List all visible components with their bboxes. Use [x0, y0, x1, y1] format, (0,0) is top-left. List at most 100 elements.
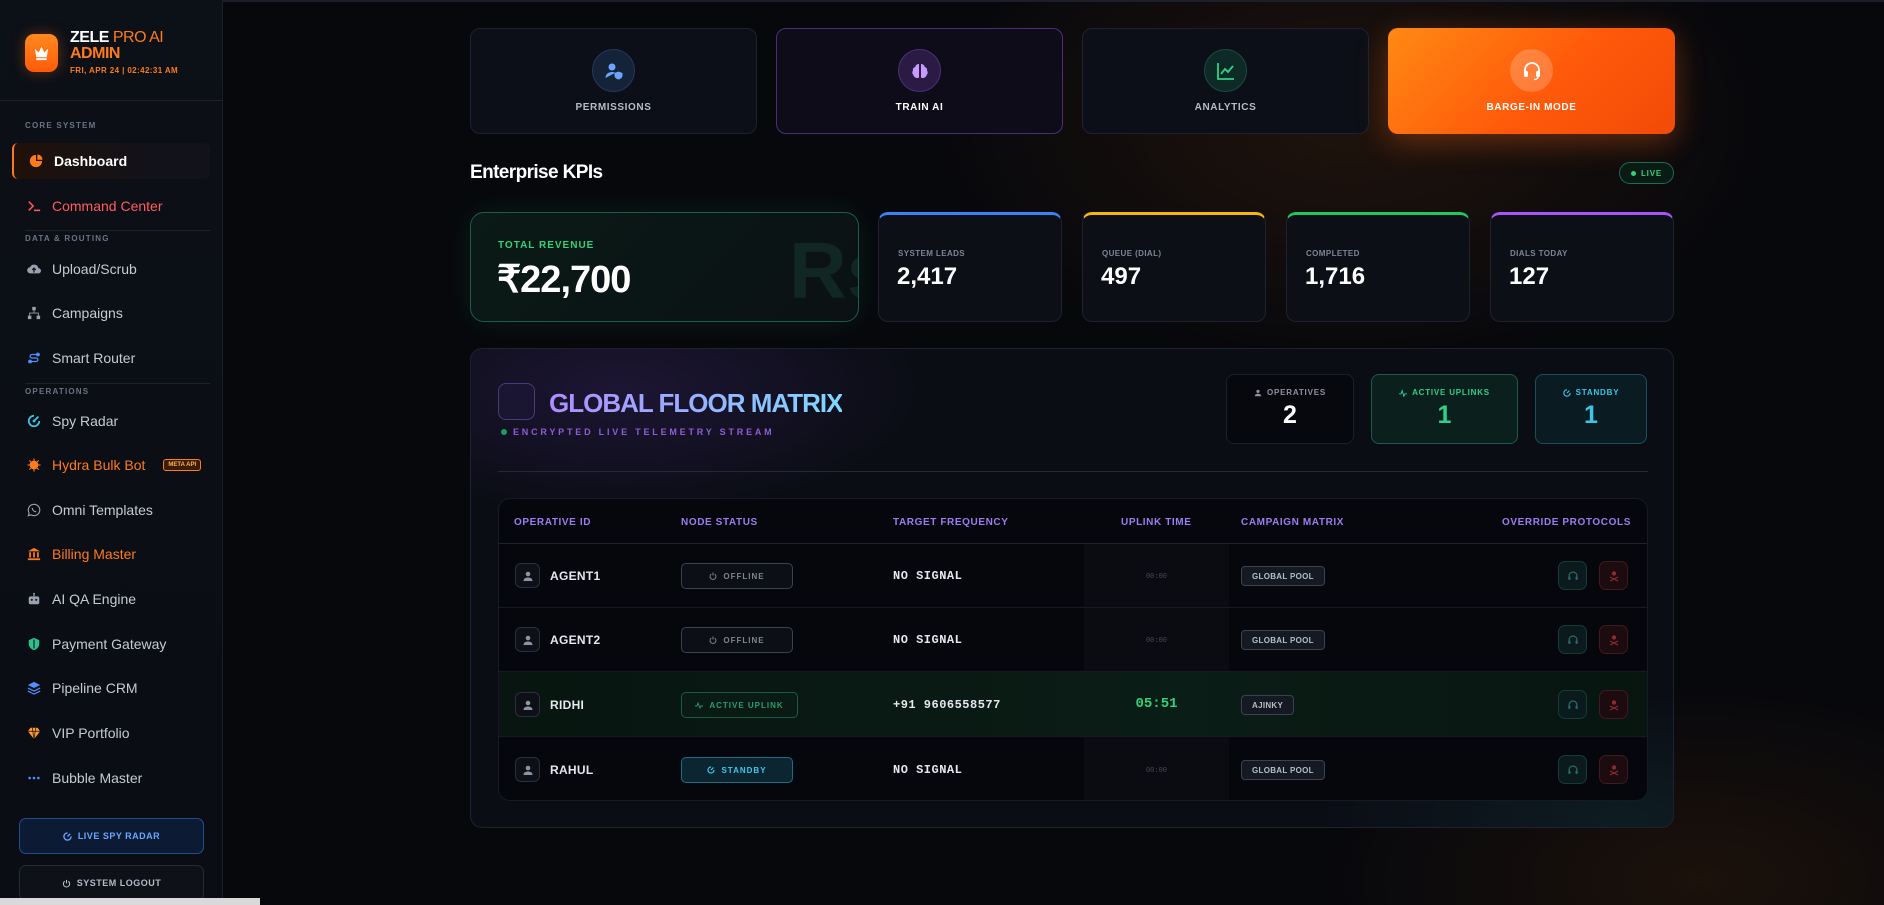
line-chart-icon [1204, 49, 1247, 92]
virus-icon [26, 457, 42, 473]
sidebar: ZELE PRO AI ADMIN FRI, APR 24 | 02:42:31 … [0, 0, 223, 905]
matrix-icon [498, 383, 535, 420]
sidebar-item-label: AI QA Engine [52, 591, 137, 607]
sidebar-item-label: Dashboard [54, 153, 128, 169]
uplink-time: 00:00 [1145, 767, 1167, 775]
campaign-badge: GLOBAL POOL [1241, 630, 1325, 650]
bank-icon [26, 546, 42, 562]
operatives-table: OPERATIVE ID NODE STATUS TARGET FREQUENC… [498, 498, 1648, 801]
user-x-icon [1609, 764, 1618, 776]
live-spy-radar-button[interactable]: LIVE SPY RADAR [19, 818, 204, 854]
sidebar-item-label: VIP Portfolio [52, 725, 130, 741]
sidebar-item-command-center[interactable]: Command Center [12, 188, 210, 224]
sidebar-item-campaigns[interactable]: Campaigns [12, 295, 210, 331]
campaign-badge: GLOBAL POOL [1241, 760, 1325, 780]
sidebar-item-label: Billing Master [52, 546, 137, 562]
standby-counter: STANDBY 1 [1535, 374, 1647, 444]
pie-chart-icon [28, 153, 44, 169]
table-row: RAHUL STANDBY NO SIGNAL 00:00 GLOBAL POO… [499, 737, 1647, 800]
counter-value: 1 [1437, 401, 1452, 429]
target-frequency: NO SIGNAL [893, 763, 963, 777]
operative-id: RIDHI [550, 698, 585, 712]
live-label: LIVE [1641, 168, 1662, 178]
rupee-watermark: Rs [789, 226, 858, 315]
campaign-badge: GLOBAL POOL [1241, 566, 1325, 586]
power-icon [62, 879, 70, 887]
headset-icon [1567, 570, 1578, 580]
listen-in-button[interactable] [1558, 690, 1587, 719]
disconnect-agent-button[interactable] [1599, 625, 1628, 654]
sidebar-item-smart-router[interactable]: Smart Router [12, 340, 210, 376]
pulse-icon [695, 701, 704, 709]
target-frequency: NO SIGNAL [893, 633, 963, 647]
robot-icon [26, 591, 42, 607]
sidebar-item-ai-qa-engine[interactable]: AI QA Engine [12, 581, 210, 617]
sidebar-item-spy-radar[interactable]: Spy Radar [12, 403, 210, 439]
barge-in-mode-card[interactable]: BARGE-IN MODE [1388, 28, 1675, 134]
sidebar-item-bubble-master[interactable]: Bubble Master [12, 760, 210, 796]
live-spy-radar-label: LIVE SPY RADAR [77, 831, 161, 841]
headset-icon [1510, 49, 1553, 92]
crown-icon [25, 33, 58, 72]
campaign-badge: AJINKY [1241, 695, 1295, 715]
sidebar-item-payment-gateway[interactable]: Payment Gateway [12, 626, 210, 662]
user-avatar-icon [515, 692, 540, 717]
uplink-time: 05:51 [1135, 696, 1178, 712]
section-data-routing: DATA & ROUTING [25, 234, 110, 243]
sidebar-item-label: Upload/Scrub [52, 261, 137, 277]
dials-today-card: DIALS TODAY 127 [1490, 212, 1674, 322]
listen-in-button[interactable] [1558, 561, 1587, 590]
system-logout-button[interactable]: SYSTEM LOGOUT [19, 865, 204, 901]
listen-in-button[interactable] [1558, 625, 1587, 654]
status-dot-icon [501, 429, 507, 435]
listen-in-button[interactable] [1558, 755, 1587, 784]
top-border [0, 0, 1884, 2]
sidebar-item-vip-portfolio[interactable]: VIP Portfolio [12, 715, 210, 751]
permissions-label: PERMISSIONS [575, 102, 652, 113]
section-operations: OPERATIONS [25, 387, 90, 396]
brand-datetime: FRI, APR 24 | 02:42:31 AM [70, 66, 179, 75]
stat-value: 2,417 [897, 263, 958, 290]
user-x-icon [1609, 699, 1618, 711]
whatsapp-icon [26, 502, 42, 518]
sidebar-item-label: Hydra Bulk Bot [52, 457, 146, 473]
sidebar-item-hydra-bulk-bot[interactable]: Hydra Bulk Bot META API [12, 447, 210, 483]
sidebar-item-dashboard[interactable]: Dashboard [12, 143, 210, 179]
counter-label: STANDBY [1575, 388, 1620, 397]
sidebar-item-omni-templates[interactable]: Omni Templates [12, 492, 210, 528]
train-ai-card[interactable]: TRAIN AI [776, 28, 1063, 134]
pulse-icon [1399, 388, 1408, 397]
table-row: AGENT1 OFFLINE NO SIGNAL 00:00 GLOBAL PO… [499, 544, 1647, 608]
stat-label: SYSTEM LEADS [898, 249, 966, 258]
sidebar-item-billing-master[interactable]: Billing Master [12, 536, 210, 572]
user-avatar-icon [515, 627, 540, 652]
radar-icon [707, 766, 716, 774]
sidebar-divider [0, 100, 223, 101]
live-badge: LIVE [1619, 162, 1674, 184]
terminal-icon [26, 198, 42, 214]
dots-icon [26, 770, 42, 786]
sidebar-item-pipeline-crm[interactable]: Pipeline CRM [12, 670, 210, 706]
sidebar-divider [25, 230, 210, 231]
total-revenue-label: TOTAL REVENUE [498, 240, 595, 251]
node-status-badge: STANDBY [681, 757, 793, 783]
disconnect-agent-button[interactable] [1599, 755, 1628, 784]
radar-icon [1562, 388, 1571, 397]
active-uplinks-counter: ACTIVE UPLINKS 1 [1371, 374, 1518, 444]
layers-icon [26, 680, 42, 696]
disconnect-agent-button[interactable] [1599, 690, 1628, 719]
column-header: OPERATIVE ID [514, 517, 592, 528]
table-row: RIDHI ACTIVE UPLINK +91 9606558577 05:51… [499, 672, 1647, 737]
analytics-card[interactable]: ANALYTICS [1082, 28, 1369, 134]
matrix-subtitle-text: ENCRYPTED LIVE TELEMETRY STREAM [513, 427, 775, 437]
matrix-title: GLOBAL FLOOR MATRIX [549, 388, 843, 418]
sidebar-item-upload-scrub[interactable]: Upload/Scrub [12, 251, 210, 287]
horizontal-scrollbar[interactable] [0, 898, 260, 905]
stat-value: 497 [1101, 263, 1142, 290]
uplink-time: 00:00 [1145, 573, 1167, 581]
disconnect-agent-button[interactable] [1599, 561, 1628, 590]
target-frequency: +91 9606558577 [893, 698, 1001, 712]
permissions-card[interactable]: PERMISSIONS [470, 28, 757, 134]
brand[interactable]: ZELE PRO AI ADMIN FRI, APR 24 | 02:42:31 … [25, 30, 180, 75]
operative-id: AGENT2 [550, 633, 601, 647]
